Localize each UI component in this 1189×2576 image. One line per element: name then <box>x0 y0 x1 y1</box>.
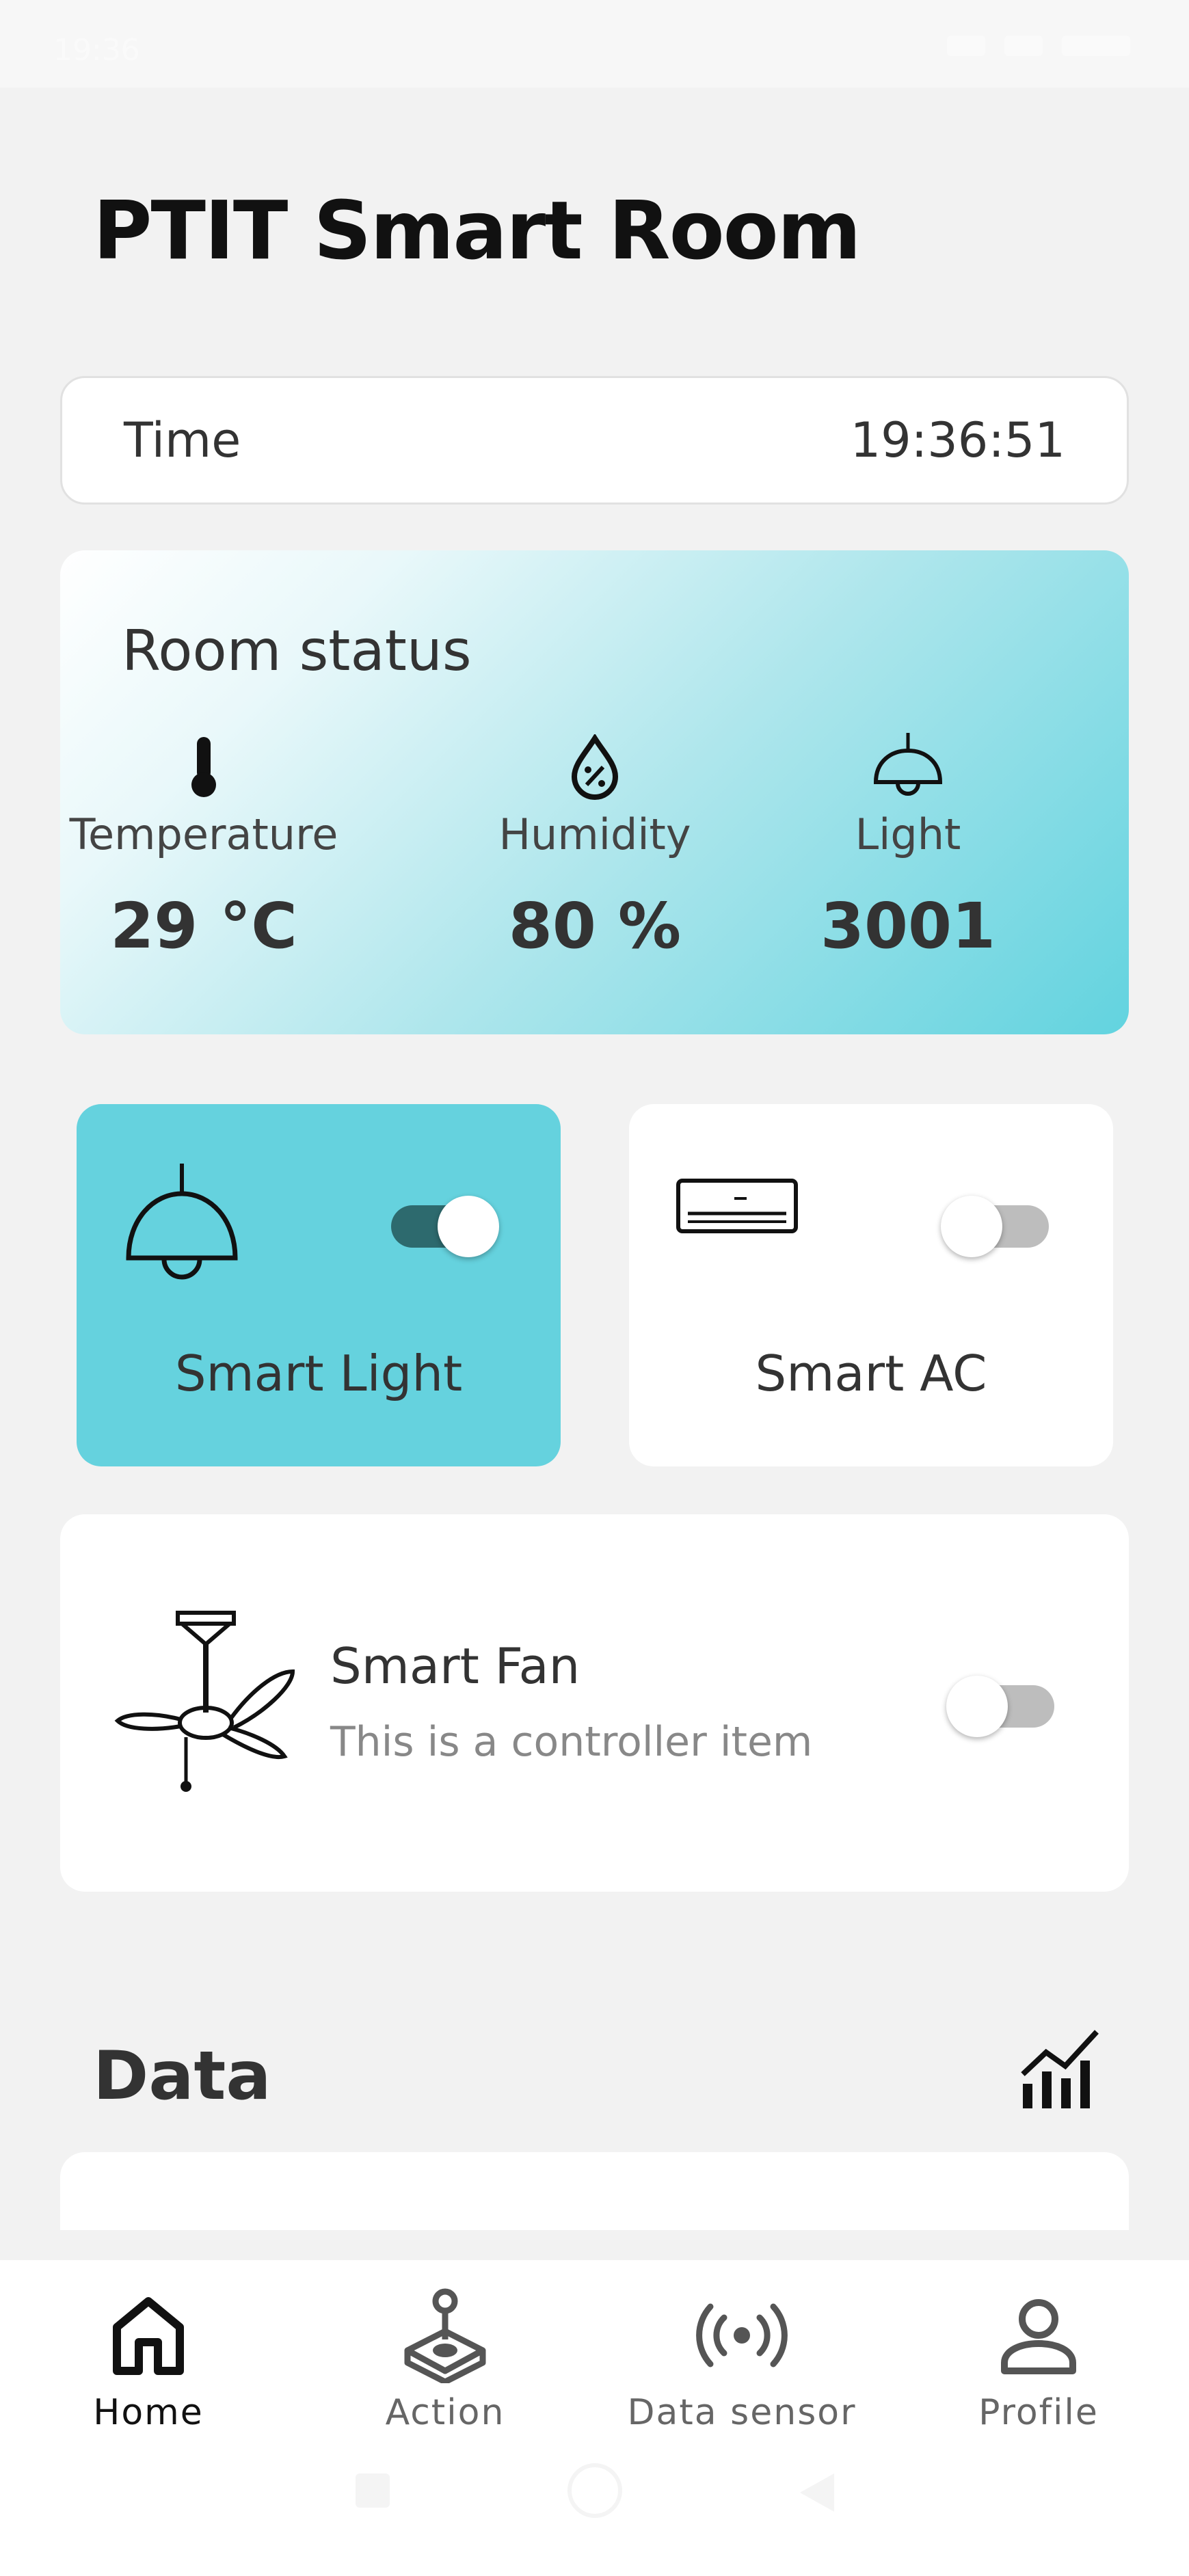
metric-value: 29 °C <box>110 889 297 963</box>
nav-label: Action <box>385 2392 505 2433</box>
sensor-icon <box>593 2284 890 2387</box>
metric-label: Light <box>855 809 961 859</box>
nav-profile[interactable]: Profile <box>890 2260 1187 2465</box>
air-conditioner-icon <box>676 1178 799 1239</box>
ceiling-fan-icon <box>113 1610 298 1797</box>
status-time: 19:36 <box>53 33 140 68</box>
room-status-card: Room status Temperature 29 °C Humidity 8… <box>60 550 1129 1034</box>
thermometer-icon <box>60 732 347 800</box>
toggle-knob <box>438 1196 499 1257</box>
nav-home[interactable]: Home <box>0 2260 297 2465</box>
smart-light-toggle[interactable] <box>391 1196 499 1257</box>
page-title: PTIT Smart Room <box>93 183 861 278</box>
back-icon[interactable] <box>799 2473 834 2512</box>
app-screen: 19:36 PTIT Smart Room Time 19:36:51 Room… <box>0 0 1189 2576</box>
status-bar: 19:36 <box>0 0 1189 88</box>
metric-value: 3001 <box>820 889 996 963</box>
home-system-icon[interactable] <box>567 2463 622 2518</box>
metric-light: Light 3001 <box>764 732 1052 963</box>
metric-value: 80 % <box>508 889 682 963</box>
nav-label: Data sensor <box>627 2392 857 2433</box>
metric-label: Humidity <box>498 809 691 859</box>
time-label: Time <box>124 412 241 468</box>
time-card: Time 19:36:51 <box>60 376 1129 505</box>
recent-apps-icon[interactable] <box>355 2473 390 2508</box>
smart-ac-card[interactable]: Smart AC <box>629 1104 1113 1466</box>
room-status-title: Room status <box>122 619 472 684</box>
wifi-icon <box>1004 36 1043 56</box>
smart-light-label: Smart Light <box>174 1345 463 1402</box>
smart-light-card[interactable]: Smart Light <box>77 1104 561 1466</box>
metric-label: Temperature <box>69 809 338 859</box>
data-section-title: Data <box>93 2037 271 2115</box>
profile-icon <box>890 2284 1187 2387</box>
time-value: 19:36:51 <box>850 412 1065 468</box>
smart-fan-toggle[interactable] <box>946 1676 1054 1737</box>
system-nav-bar <box>0 2463 1189 2518</box>
home-icon <box>0 2284 297 2387</box>
smart-ac-toggle[interactable] <box>941 1196 1049 1257</box>
smart-fan-label: Smart Fan <box>330 1637 580 1695</box>
smart-ac-label: Smart AC <box>755 1345 987 1402</box>
data-chart-card <box>60 2152 1129 2230</box>
metric-humidity: Humidity 80 % <box>451 732 738 963</box>
battery-icon <box>1062 36 1130 56</box>
nav-data-sensor[interactable]: Data sensor <box>593 2260 890 2465</box>
nav-label: Home <box>93 2392 204 2433</box>
smart-fan-subtitle: This is a controller item <box>330 1718 813 1766</box>
bottom-nav: Home Action Data sensor Profile <box>0 2260 1189 2576</box>
chart-icon[interactable] <box>1019 2026 1104 2114</box>
toggle-knob <box>941 1196 1002 1257</box>
status-icons <box>947 36 1130 56</box>
lamp-icon <box>764 732 1052 800</box>
humidity-icon <box>451 732 738 800</box>
smart-fan-card[interactable]: Smart Fan This is a controller item <box>60 1514 1129 1892</box>
toggle-knob <box>946 1676 1008 1737</box>
nav-label: Profile <box>978 2392 1099 2433</box>
joystick-icon <box>297 2284 593 2387</box>
signal-icon <box>947 36 985 56</box>
metric-temperature: Temperature 29 °C <box>60 732 347 963</box>
nav-action[interactable]: Action <box>297 2260 593 2465</box>
ceiling-lamp-icon <box>124 1162 239 1288</box>
